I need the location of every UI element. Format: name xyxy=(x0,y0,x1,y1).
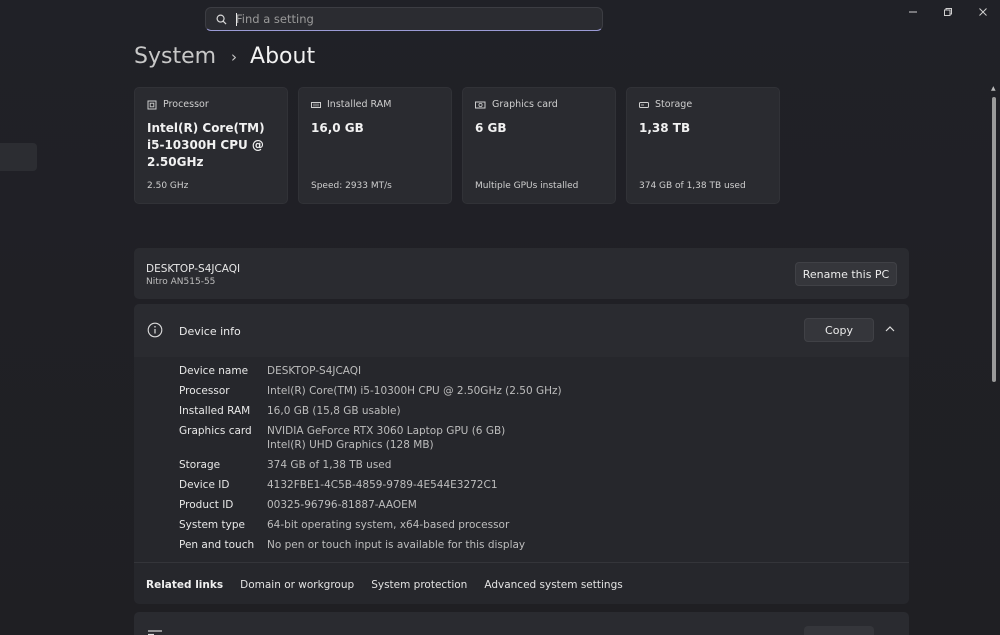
spec-value[interactable]: 00325-96796-81887-AAOEM xyxy=(267,498,417,512)
settings-window: System › About Processor Intel(R) Core(T… xyxy=(0,0,1000,635)
spec-key: Installed RAM xyxy=(179,405,251,417)
text-caret xyxy=(236,13,237,26)
card-label: Processor xyxy=(163,99,209,110)
card-subtext: 2.50 GHz xyxy=(147,181,189,191)
spec-row: Graphics card NVIDIA GeForce RTX 3060 La… xyxy=(179,424,562,452)
spec-value[interactable]: 16,0 GB (15,8 GB usable) xyxy=(267,404,401,418)
spec-card-processor: Processor Intel(R) Core(TM) i5-10300H CP… xyxy=(134,87,288,204)
spec-value[interactable]: Intel(R) Core(TM) i5-10300H CPU @ 2.50GH… xyxy=(267,384,562,398)
spec-card-graphics: Graphics card 6 GB Multiple GPUs install… xyxy=(462,87,616,204)
spec-key: Device name xyxy=(179,365,249,377)
spec-row: Product ID 00325-96796-81887-AAOEM xyxy=(179,498,562,512)
spec-key: System type xyxy=(179,519,245,531)
restore-button[interactable] xyxy=(930,0,965,24)
scrollbar[interactable]: ▲ xyxy=(990,85,998,635)
ram-icon xyxy=(311,101,321,108)
spec-key: Storage xyxy=(179,459,221,471)
spec-value[interactable]: 64-bit operating system, x64-based proce… xyxy=(267,518,509,532)
spec-row: Device name DESKTOP-S4JCAQI xyxy=(179,364,562,378)
spec-value[interactable]: 4132FBE1-4C5B-4859-9789-4E544E3272C1 xyxy=(267,478,498,492)
spec-row: Device ID 4132FBE1-4C5B-4859-9789-4E544E… xyxy=(179,478,562,492)
spec-row: Storage 374 GB of 1,38 TB used xyxy=(179,458,562,472)
spec-value: NVIDIA GeForce RTX 3060 Laptop GPU (6 GB… xyxy=(267,424,505,452)
card-value: 1,38 TB xyxy=(639,121,691,135)
search-input[interactable] xyxy=(236,12,576,26)
windows-specs-icon xyxy=(148,630,162,635)
card-subtext: Speed: 2933 MT/s xyxy=(311,181,392,191)
close-button[interactable] xyxy=(965,0,1000,24)
related-links-title: Related links xyxy=(146,578,224,591)
rename-pc-button[interactable]: Rename this PC xyxy=(795,262,897,286)
processor-icon xyxy=(147,100,157,109)
spec-value-line[interactable]: Intel(R) UHD Graphics (128 MB) xyxy=(267,439,434,451)
spec-key: Product ID xyxy=(179,499,234,511)
scrollbar-thumb[interactable] xyxy=(992,97,996,382)
window-controls xyxy=(895,0,1000,24)
pc-name-row: DESKTOP-S4JCAQI Nitro AN515-55 Rename th… xyxy=(134,248,909,299)
spec-row: System type 64-bit operating system, x64… xyxy=(179,518,562,532)
search-icon xyxy=(216,14,227,25)
breadcrumb-parent[interactable]: System xyxy=(134,44,216,69)
device-info-section: Device info Copy Device name DESKTOP-S4J… xyxy=(134,304,909,604)
spec-value[interactable]: No pen or touch input is available for t… xyxy=(267,538,525,552)
restore-icon xyxy=(943,8,952,16)
card-value: 6 GB xyxy=(475,121,507,135)
device-info-title: Device info xyxy=(179,325,241,338)
card-subtext: Multiple GPUs installed xyxy=(475,181,579,191)
graphics-card-icon xyxy=(475,101,486,108)
minimize-button[interactable] xyxy=(895,0,930,24)
spec-card-ram: Installed RAM 16,0 GB Speed: 2933 MT/s xyxy=(298,87,452,204)
device-specs-list: Device name DESKTOP-S4JCAQI Processor In… xyxy=(179,364,562,558)
page-title: About xyxy=(250,44,316,69)
close-icon xyxy=(978,8,987,16)
spec-row: Pen and touch No pen or touch input is a… xyxy=(179,538,562,552)
spec-key: Pen and touch xyxy=(179,539,255,551)
card-subtext: 374 GB of 1,38 TB used xyxy=(639,181,746,191)
chevron-right-icon: › xyxy=(231,47,238,66)
spec-cards: Processor Intel(R) Core(TM) i5-10300H CP… xyxy=(134,87,780,204)
section-button[interactable] xyxy=(804,626,874,635)
link-advanced-system-settings[interactable]: Advanced system settings xyxy=(484,579,622,591)
storage-icon xyxy=(639,101,649,108)
device-info-header[interactable]: Device info Copy xyxy=(134,304,909,357)
related-links: Related links Domain or workgroup System… xyxy=(134,562,909,604)
spec-card-storage: Storage 1,38 TB 374 GB of 1,38 TB used xyxy=(626,87,780,204)
info-icon xyxy=(147,322,163,338)
pc-model: Nitro AN515-55 xyxy=(146,277,216,287)
breadcrumb: System › About xyxy=(134,44,315,69)
pc-name: DESKTOP-S4JCAQI xyxy=(146,263,241,275)
card-label: Graphics card xyxy=(492,99,558,110)
card-value: 16,0 GB xyxy=(311,121,364,135)
nav-selected-item[interactable] xyxy=(0,143,37,171)
chevron-up-icon[interactable] xyxy=(884,324,896,334)
next-section[interactable] xyxy=(134,612,909,635)
spec-key: Device ID xyxy=(179,479,230,491)
spec-key: Graphics card xyxy=(179,425,252,437)
card-value: Intel(R) Core(TM) i5-10300H CPU @ 2.50GH… xyxy=(147,121,265,169)
spec-row: Processor Intel(R) Core(TM) i5-10300H CP… xyxy=(179,384,562,398)
spec-key: Processor xyxy=(179,385,230,397)
scroll-up-icon[interactable]: ▲ xyxy=(991,85,996,92)
search-box[interactable] xyxy=(205,7,603,31)
spec-row: Installed RAM 16,0 GB (15,8 GB usable) xyxy=(179,404,562,418)
card-label: Installed RAM xyxy=(327,99,392,110)
spec-value-line[interactable]: NVIDIA GeForce RTX 3060 Laptop GPU (6 GB… xyxy=(267,425,505,437)
minimize-icon xyxy=(908,11,917,13)
link-system-protection[interactable]: System protection xyxy=(371,579,467,591)
link-domain-or-workgroup[interactable]: Domain or workgroup xyxy=(240,579,354,591)
spec-value[interactable]: 374 GB of 1,38 TB used xyxy=(267,458,391,472)
card-label: Storage xyxy=(655,99,693,110)
copy-button[interactable]: Copy xyxy=(804,318,874,342)
spec-value[interactable]: DESKTOP-S4JCAQI xyxy=(267,364,361,378)
